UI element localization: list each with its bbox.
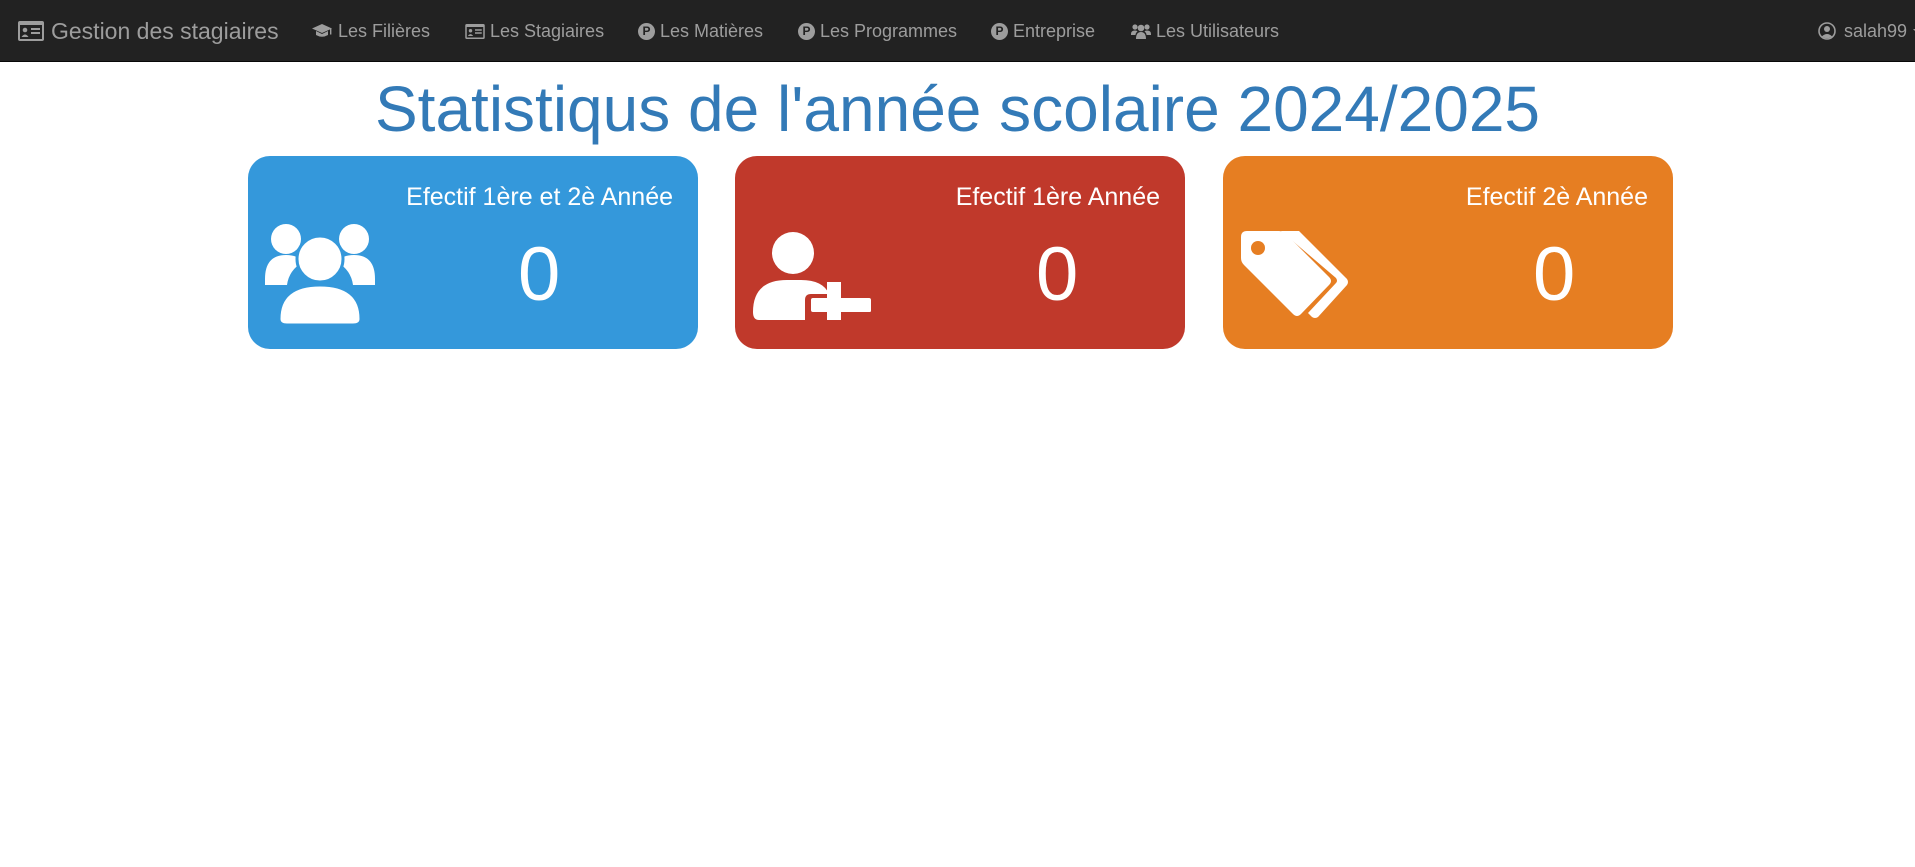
- nav-item-matieres[interactable]: P Les Matières: [638, 0, 763, 62]
- card-value: 0: [518, 232, 561, 317]
- nav-item-filieres[interactable]: Les Filières: [311, 0, 430, 62]
- users-icon: [1131, 23, 1151, 39]
- card-value: 0: [1036, 232, 1079, 317]
- top-navbar: Gestion des stagiaires Les Filières Les …: [0, 0, 1915, 62]
- stat-card-first-year: Efectif 1ère Année 0: [735, 156, 1185, 349]
- user-circle-icon: [1818, 22, 1836, 40]
- nav-item-stagiaires[interactable]: Les Stagiaires: [465, 0, 604, 62]
- user-plus-icon: [753, 232, 871, 325]
- card-label: Efectif 1ère Année: [955, 183, 1160, 211]
- stat-card-total: Efectif 1ère et 2è Année 0: [248, 156, 698, 349]
- tags-icon: [1241, 231, 1349, 324]
- nav-item-label: Les Filières: [338, 20, 431, 41]
- card-value: 0: [1533, 232, 1576, 317]
- p-circle-icon: P: [638, 22, 655, 40]
- id-card-icon: [18, 21, 44, 41]
- p-circle-icon: P: [798, 22, 815, 40]
- nav-item-programmes[interactable]: P Les Programmes: [798, 0, 957, 62]
- nav-item-utilisateurs[interactable]: Les Utilisateurs: [1131, 0, 1279, 62]
- nav-item-label: Les Matières: [660, 20, 764, 41]
- nav-item-label: Les Programmes: [820, 20, 958, 41]
- card-label: Efectif 1ère et 2è Année: [406, 183, 673, 211]
- nav-item-entreprise[interactable]: P Entreprise: [991, 0, 1095, 62]
- username-label: salah99: [1843, 20, 1907, 41]
- user-menu[interactable]: salah99: [1818, 0, 1915, 62]
- page-title: Statistiqus de l'année scolaire 2024/202…: [374, 73, 1541, 145]
- nav-item-label: Les Stagiaires: [490, 20, 605, 41]
- users-icon: [265, 223, 375, 330]
- brand-label: Gestion des stagiaires: [51, 17, 279, 44]
- graduation-cap-icon: [311, 23, 333, 39]
- nav-item-label: Les Utilisateurs: [1156, 20, 1280, 41]
- card-label: Efectif 2è Année: [1465, 183, 1648, 211]
- p-circle-icon: P: [991, 22, 1008, 40]
- id-card-icon: [465, 23, 485, 39]
- stat-card-second-year: Efectif 2è Année 0: [1223, 156, 1673, 349]
- nav-item-label: Entreprise: [1013, 20, 1096, 41]
- brand-link[interactable]: Gestion des stagiaires: [18, 0, 279, 62]
